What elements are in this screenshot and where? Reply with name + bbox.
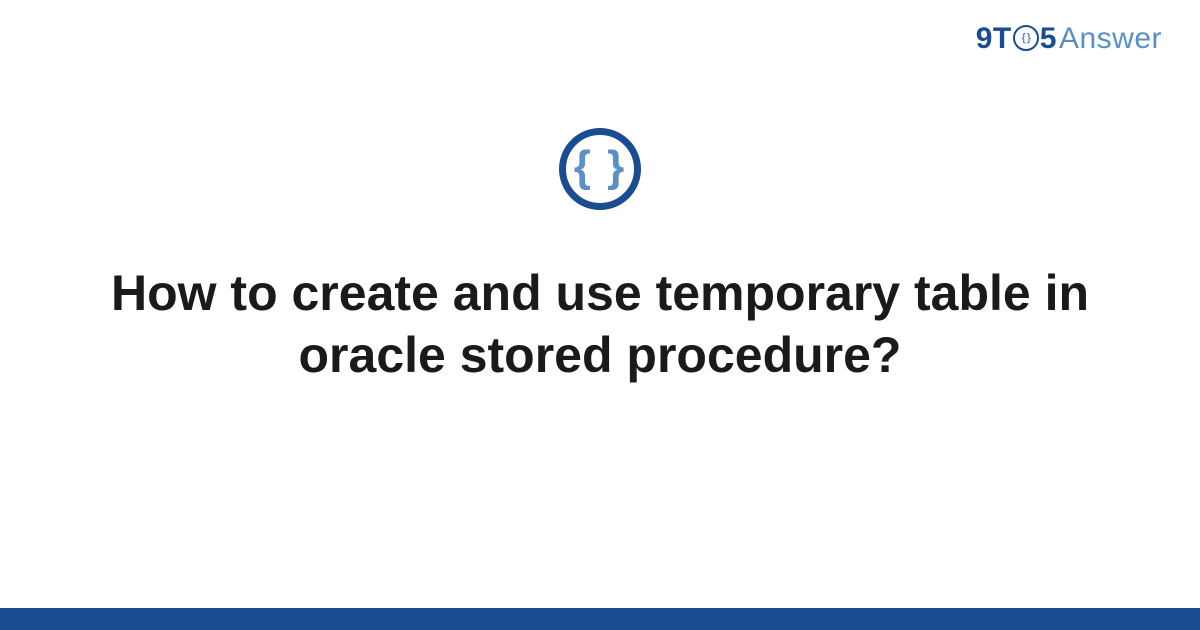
brand-circle-inner: { } [1021, 32, 1030, 44]
brand-word: Answer [1059, 22, 1162, 56]
brand-circle-icon: { } [1013, 25, 1039, 51]
braces-glyph: { } [574, 145, 626, 189]
brand-prefix: 9T [976, 22, 1012, 56]
footer-accent-bar [0, 608, 1200, 630]
brand-logo: 9T { } 5 Answer [976, 22, 1162, 56]
code-braces-icon: { } [559, 128, 641, 210]
page-title: How to create and use temporary table in… [70, 262, 1130, 386]
brand-suffix: 5 [1040, 22, 1057, 56]
